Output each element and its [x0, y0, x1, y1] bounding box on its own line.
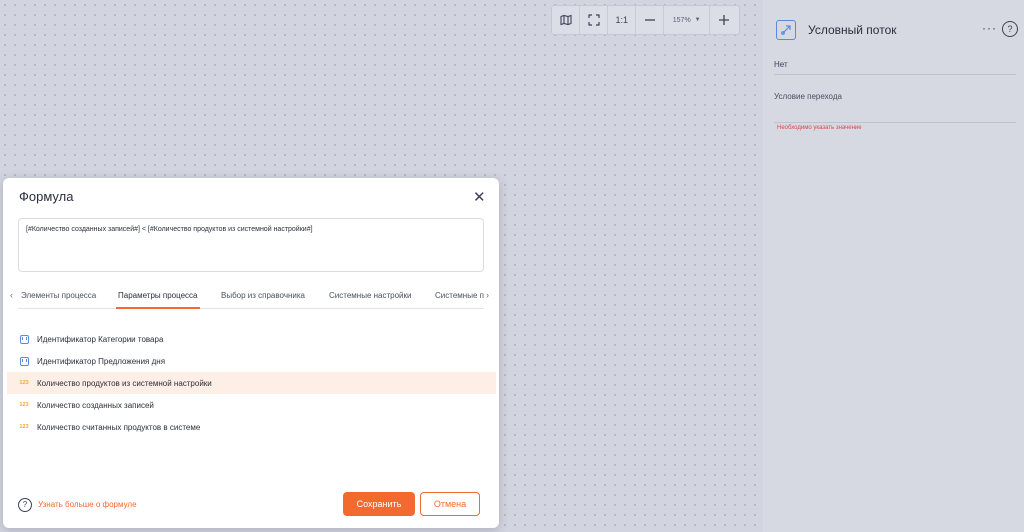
- zoom-out-button[interactable]: [636, 6, 665, 34]
- help-icon[interactable]: ?: [1002, 21, 1018, 37]
- properties-panel: Условный поток ··· ? Нет Условие переход…: [763, 0, 1024, 532]
- tab-process-elements[interactable]: Элементы процесса: [21, 291, 96, 300]
- list-item-label: Идентификатор Предложения дня: [37, 356, 166, 366]
- formula-input[interactable]: [#Количество созданных записей#] < [#Кол…: [18, 218, 484, 272]
- zoom-in-button[interactable]: [710, 6, 739, 34]
- question-icon: ?: [18, 497, 32, 512]
- list-item[interactable]: Идентификатор Предложения дня: [7, 350, 496, 372]
- panel-header: Условный поток ··· ?: [776, 20, 1018, 42]
- dialog-title: Формула: [19, 189, 74, 204]
- list-item[interactable]: Идентификатор Категории товара: [7, 328, 496, 350]
- canvas-toolbar: 1:1 157% ▼: [551, 5, 740, 35]
- save-button[interactable]: Сохранить: [343, 492, 415, 516]
- more-icon[interactable]: ···: [982, 21, 997, 35]
- list-item[interactable]: 123 Количество считанных продуктов в сис…: [7, 416, 496, 438]
- tabs-bar: ‹ Элементы процесса Параметры процесса В…: [10, 286, 493, 310]
- map-button[interactable]: [552, 6, 581, 34]
- fullscreen-button[interactable]: [580, 6, 609, 34]
- zoom-in-icon: [719, 15, 730, 25]
- fullscreen-icon: [588, 14, 600, 26]
- cancel-button[interactable]: Отмена: [420, 492, 480, 516]
- close-icon[interactable]: ✕: [473, 190, 486, 205]
- condition-error: Необходимо указать значение: [777, 125, 862, 131]
- zoom-out-icon: [644, 19, 655, 21]
- list-item-label: Количество продуктов из системной настро…: [37, 378, 212, 388]
- tab-system-settings[interactable]: Системные настройки: [329, 291, 411, 300]
- map-icon: [559, 14, 572, 26]
- ratio-label: 1:1: [615, 15, 629, 25]
- learn-more-link[interactable]: ? Узнать больше о формуле: [18, 497, 137, 512]
- condition-label: Условие перехода: [774, 92, 842, 101]
- list-item-label: Количество созданных записей: [37, 400, 154, 410]
- formula-dialog: Формула ✕ [#Количество созданных записей…: [3, 178, 499, 528]
- list-item-label: Количество считанных продуктов в системе: [37, 422, 201, 432]
- chevron-right-icon[interactable]: ›: [486, 290, 489, 300]
- condition-type-field[interactable]: Нет: [774, 60, 1016, 75]
- parameters-list: Идентификатор Категории товара Идентифик…: [7, 328, 496, 438]
- reset-ratio-button[interactable]: 1:1: [608, 6, 637, 34]
- condition-input[interactable]: [774, 122, 1016, 123]
- id-icon: [19, 356, 29, 366]
- tab-process-parameters[interactable]: Параметры процесса: [118, 291, 198, 300]
- number-icon: 123: [19, 380, 29, 386]
- list-item[interactable]: 123 Количество продуктов из системной на…: [7, 372, 496, 394]
- active-tab-indicator: [116, 307, 200, 309]
- number-icon: 123: [19, 424, 29, 430]
- learn-more-text: Узнать больше о формуле: [38, 500, 137, 509]
- panel-title: Условный поток: [808, 23, 897, 37]
- chevron-left-icon[interactable]: ‹: [10, 290, 13, 300]
- list-item[interactable]: 123 Количество созданных записей: [7, 394, 496, 416]
- tabs-divider: [18, 308, 484, 309]
- zoom-select[interactable]: 157% ▼: [664, 6, 710, 34]
- list-item-label: Идентификатор Категории товара: [37, 334, 164, 344]
- conditional-flow-icon: [776, 20, 796, 40]
- zoom-level: 157%: [672, 16, 691, 24]
- id-icon: [19, 334, 29, 344]
- tab-system-variables[interactable]: Системные переменные: [435, 291, 484, 300]
- caret-down-icon: ▼: [694, 17, 701, 23]
- tab-lookup[interactable]: Выбор из справочника: [221, 291, 305, 300]
- number-icon: 123: [19, 402, 29, 408]
